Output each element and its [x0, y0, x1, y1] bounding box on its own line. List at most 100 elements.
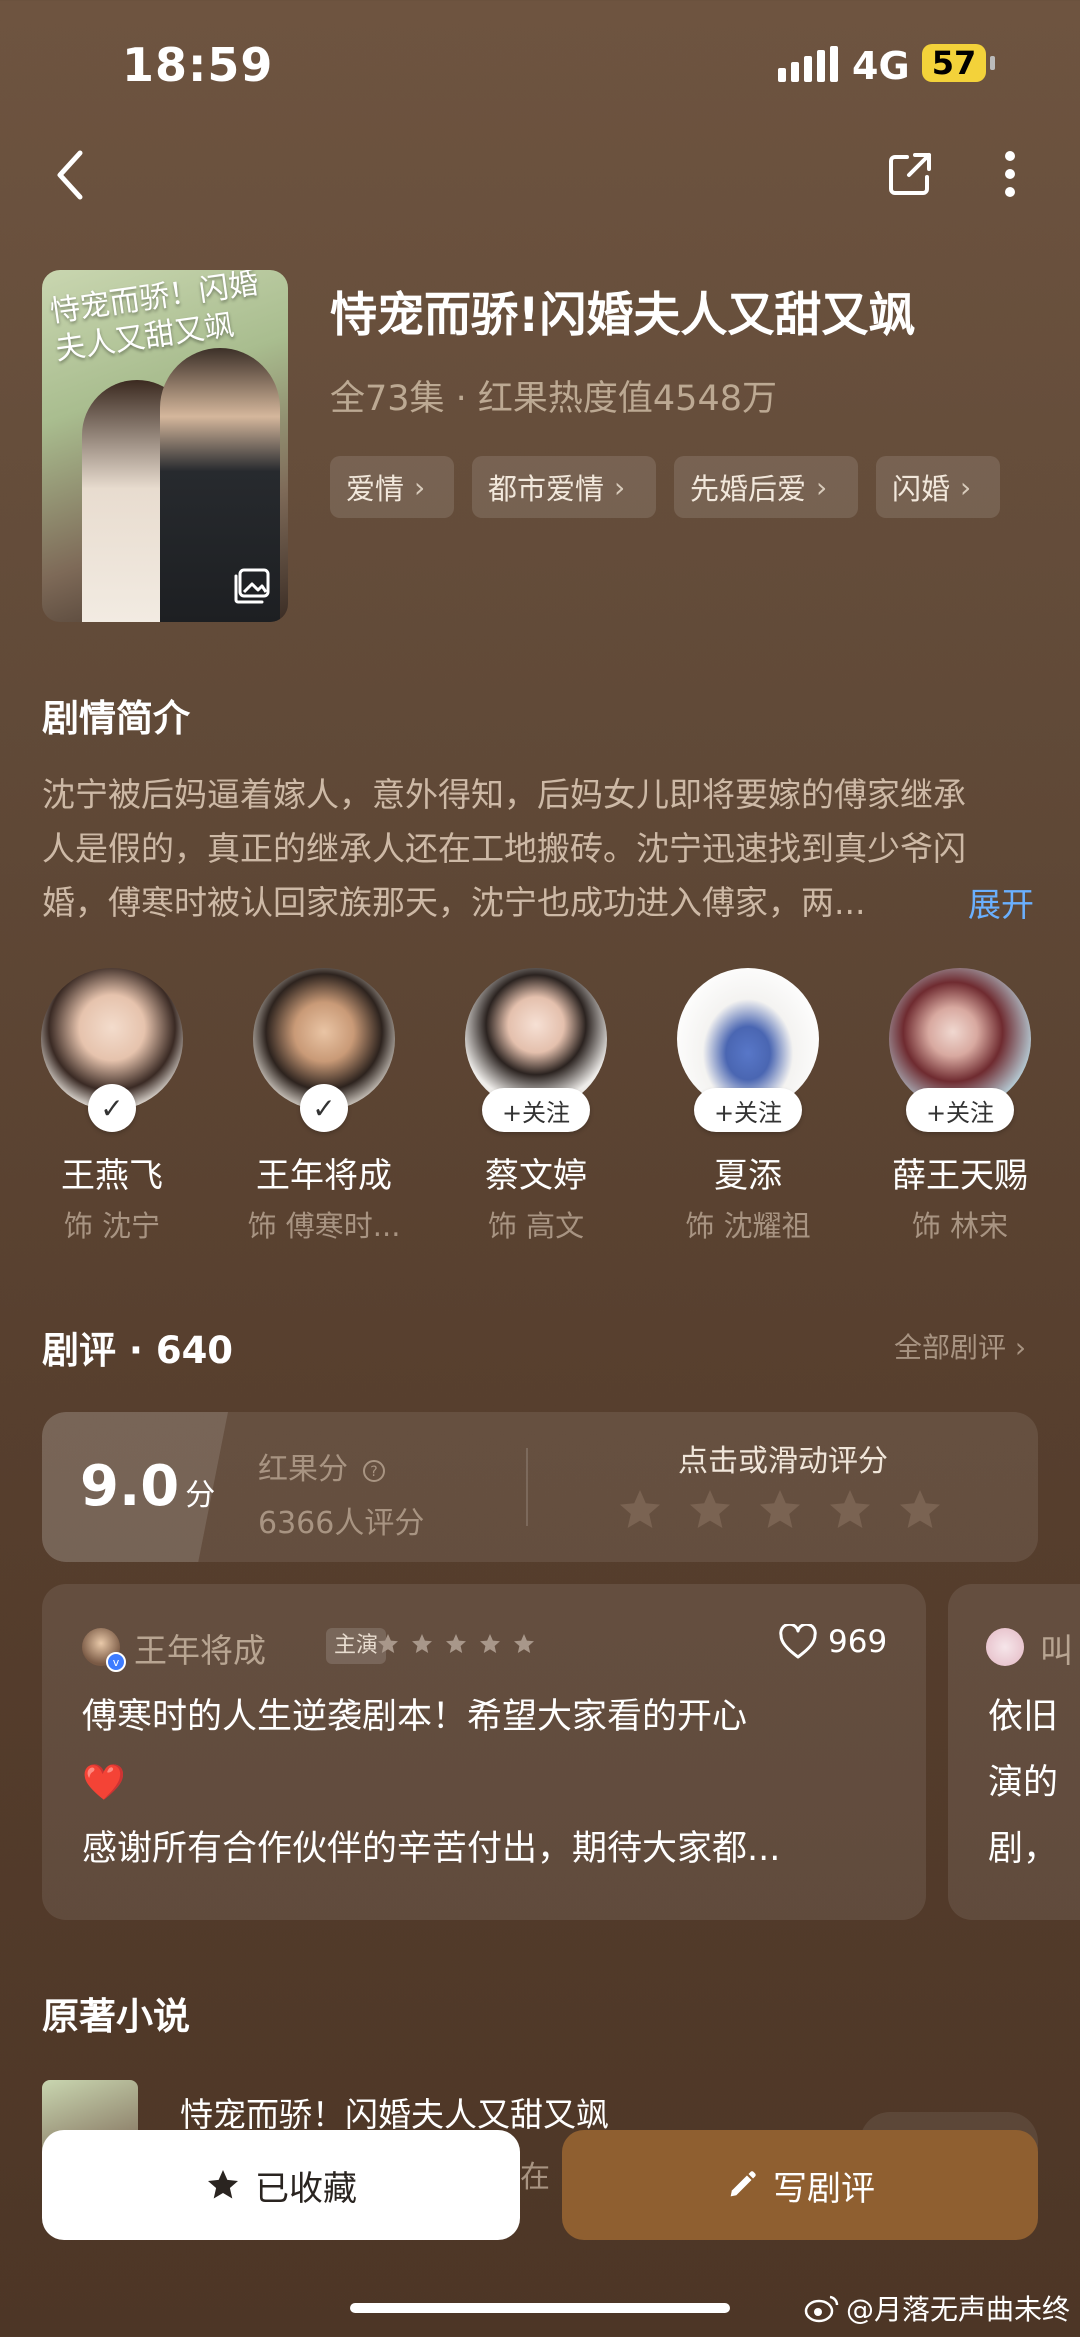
avatar: +关注	[889, 968, 1031, 1132]
cast-name: 王燕飞	[61, 1156, 163, 1196]
cast-name: 王年将成	[256, 1156, 392, 1196]
share-button[interactable]	[878, 142, 942, 206]
more-vertical-icon	[1005, 151, 1015, 197]
cast-role: 饰 沈耀祖	[685, 1209, 811, 1243]
score-label: 红果分 ?	[258, 1444, 386, 1488]
followed-check-icon: ✓	[300, 1084, 348, 1132]
novel-title[interactable]: 恃宠而骄！闪婚夫人又甜又飒	[180, 2088, 609, 2136]
cast-member[interactable]: ✓ 王燕飞 饰 沈宁	[22, 968, 202, 1245]
review-card[interactable]: v 王年将成 主演 969 傅寒时的人生逆袭剧本！希望大家看的开心 ❤️ 感谢所…	[42, 1584, 926, 1920]
tag-marriage-first[interactable]: 先婚后爱 ›	[674, 456, 858, 518]
review-author[interactable]: 叫	[1040, 1624, 1073, 1672]
novel-subtext: 在	[520, 2160, 550, 2195]
tag-label: 闪婚	[892, 472, 951, 506]
review-line: 傅寒时的人生逆袭剧本！希望大家看的开心	[82, 1697, 748, 1737]
share-icon	[889, 153, 931, 195]
avatar	[986, 1628, 1024, 1666]
tag-urban-romance[interactable]: 都市爱情 ›	[472, 456, 656, 518]
star-icon	[378, 1634, 398, 1653]
tag-label: 爱情	[346, 472, 405, 506]
synopsis-heading: 剧情简介	[42, 697, 190, 740]
gallery-icon[interactable]	[232, 566, 272, 606]
review-line: 依旧	[988, 1697, 1059, 1737]
review-text: 傅寒时的人生逆袭剧本！希望大家看的开心 ❤️ 感谢所有合作伙伴的辛苦付出，期待大…	[82, 1684, 902, 1882]
divider	[526, 1448, 528, 1526]
star-icon	[412, 1634, 432, 1653]
star-icon[interactable]	[896, 1486, 944, 1534]
synopsis-text: 沈宁被后妈逼着嫁人，意外得知，后妈女儿即将要嫁的傅家继承 人是假的，真正的继承人…	[42, 768, 1042, 930]
tag-romance[interactable]: 爱情 ›	[330, 456, 454, 518]
weibo-icon	[804, 2295, 839, 2323]
battery-icon: 57	[922, 44, 986, 82]
like-count: 969	[828, 1624, 888, 1660]
status-time: 18:59	[122, 38, 274, 92]
cast-member[interactable]: +关注 蔡文婷 饰 高文	[446, 968, 626, 1245]
tag-label: 先婚后爱	[690, 472, 807, 506]
like-button[interactable]: 969	[778, 1624, 887, 1660]
rate-stars[interactable]	[616, 1486, 944, 1534]
cast-member[interactable]: ✓ 王年将成 饰 傅寒时...	[234, 968, 414, 1245]
review-line: 演的	[988, 1763, 1059, 1803]
synopsis-line: 婚，傅寒时被认回家族那天，沈宁也成功进入傅家，两...	[42, 883, 866, 922]
score-number: 9.0	[80, 1454, 180, 1519]
chevron-left-icon	[57, 150, 83, 200]
all-reviews-link[interactable]: 全部剧评 ›	[894, 1326, 1026, 1366]
avatar: ✓	[253, 968, 395, 1132]
cast-member[interactable]: +关注 薛王天赐 饰 林宋	[870, 968, 1050, 1245]
home-indicator[interactable]	[350, 2303, 730, 2313]
synopsis-line: 人是假的，真正的继承人还在工地搬砖。沈宁迅速找到真少爷闪	[42, 829, 966, 868]
cast-role: 饰 高文	[487, 1209, 585, 1243]
review-text: 依旧 演的 剧，	[988, 1684, 1080, 1882]
score-value: 9.0 分	[80, 1454, 215, 1519]
score-label-text: 红果分	[258, 1452, 348, 1487]
follow-button[interactable]: +关注	[482, 1088, 590, 1132]
star-icon[interactable]	[616, 1486, 664, 1534]
star-icon[interactable]	[756, 1486, 804, 1534]
review-card[interactable]: 叫 依旧 演的 剧，	[948, 1584, 1080, 1920]
review-author[interactable]: 王年将成	[134, 1624, 266, 1672]
cast-name: 蔡文婷	[485, 1156, 587, 1196]
drama-poster[interactable]: 恃宠而骄！闪婚夫人又甜又飒	[42, 270, 288, 622]
drama-title: 恃宠而骄!闪婚夫人又甜又飒	[330, 288, 916, 343]
cast-role: 饰 林宋	[911, 1209, 1009, 1243]
avatar: v	[82, 1628, 126, 1672]
tag-flash-marriage[interactable]: 闪婚 ›	[876, 456, 1000, 518]
network-type: 4G	[852, 44, 910, 88]
favorite-button[interactable]: 已收藏	[42, 2130, 520, 2240]
signal-icon	[778, 46, 838, 82]
back-button[interactable]	[40, 140, 100, 210]
watermark-text: @月落无声曲未终	[846, 2293, 1071, 2326]
star-icon	[446, 1634, 466, 1653]
reviews-heading: 剧评 · 640	[42, 1329, 234, 1372]
follow-button[interactable]: +关注	[694, 1088, 802, 1132]
synopsis-line: 沈宁被后妈逼着嫁人，意外得知，后妈女儿即将要嫁的傅家继承	[42, 775, 966, 814]
help-icon[interactable]: ?	[362, 1459, 386, 1483]
chevron-right-icon: ›	[614, 470, 626, 504]
cast-member[interactable]: +关注 夏添 饰 沈耀祖	[658, 968, 838, 1245]
favorite-label: 已收藏	[255, 2168, 357, 2209]
review-line: 剧，	[988, 1829, 1059, 1869]
battery-cap	[990, 56, 995, 70]
rate-prompt: 点击或滑动评分	[678, 1444, 888, 1479]
star-icon[interactable]	[686, 1486, 734, 1534]
write-review-label: 写剧评	[773, 2168, 875, 2209]
chevron-right-icon: ›	[414, 470, 426, 504]
watermark: @月落无声曲未终	[804, 2288, 1070, 2328]
star-icon	[514, 1634, 534, 1653]
followed-check-icon: ✓	[88, 1084, 136, 1132]
expand-synopsis-link[interactable]: 展开	[968, 878, 1034, 926]
write-review-button[interactable]: 写剧评	[562, 2130, 1038, 2240]
svg-text:?: ?	[370, 1464, 377, 1480]
heart-icon	[779, 1624, 817, 1659]
cast-role: 饰 傅寒时...	[247, 1209, 401, 1243]
drama-meta: 全73集 · 红果热度值4548万	[330, 379, 777, 419]
rating-panel: 9.0 分 红果分 ? 6366人评分 点击或滑动评分	[42, 1412, 1038, 1562]
novel-heading: 原著小说	[42, 1995, 190, 2038]
follow-button[interactable]: +关注	[906, 1088, 1014, 1132]
all-reviews-label: 全部剧评	[894, 1331, 1007, 1364]
cast-name: 薛王天赐	[892, 1156, 1028, 1196]
cast-role: 饰 沈宁	[63, 1209, 161, 1243]
rating-count: 6366人评分	[258, 1506, 425, 1541]
more-button[interactable]	[990, 142, 1030, 206]
star-icon[interactable]	[826, 1486, 874, 1534]
